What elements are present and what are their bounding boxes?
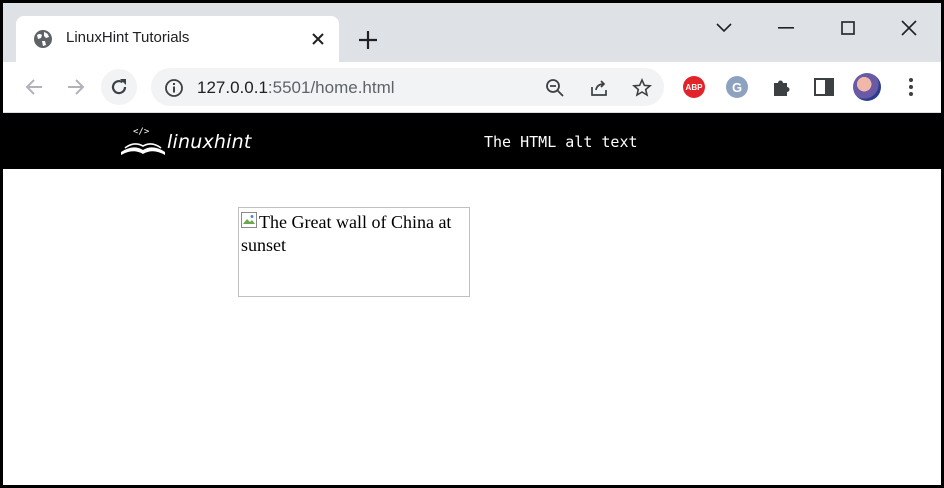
logo-badge: </> <box>133 127 150 137</box>
broken-image: The Great wall of China at sunset <box>238 207 470 297</box>
minimize-icon[interactable] <box>771 13 801 43</box>
arrow-right-icon[interactable] <box>61 72 91 102</box>
profile-avatar-image <box>853 73 881 101</box>
url-host: 127.0.0.1 <box>197 78 268 97</box>
image-alt-text: The Great wall of China at sunset <box>241 212 452 255</box>
close-icon[interactable] <box>306 27 330 51</box>
tab-strip: LinuxHint Tutorials <box>3 3 941 62</box>
reload-icon[interactable] <box>101 69 137 105</box>
address-bar[interactable]: 127.0.0.1:5501/home.html <box>151 68 664 106</box>
browser-tab[interactable]: LinuxHint Tutorials <box>16 16 339 62</box>
globe-icon <box>34 30 52 48</box>
kebab-menu-icon[interactable] <box>899 75 923 99</box>
star-icon[interactable] <box>631 77 653 99</box>
puzzle-icon[interactable] <box>769 75 793 99</box>
info-icon[interactable] <box>164 78 184 98</box>
share-icon[interactable] <box>588 77 610 99</box>
plus-icon[interactable] <box>355 27 381 53</box>
header-title: The HTML alt text <box>484 133 638 151</box>
grammarly-label: G <box>726 76 748 98</box>
site-header: </> linuxhint The HTML alt text <box>3 113 941 169</box>
url-path: :5501/home.html <box>267 78 395 97</box>
logo-text: linuxhint <box>167 131 252 153</box>
tab-title: LinuxHint Tutorials <box>66 29 190 46</box>
arrow-left-icon[interactable] <box>19 72 49 102</box>
browser-window: LinuxHint Tutorials 127.0.0.1:5501/home.… <box>0 0 944 488</box>
maximize-icon[interactable] <box>833 13 863 43</box>
abp-label: ABP <box>683 76 705 98</box>
avatar[interactable] <box>852 72 882 102</box>
side-panel-icon[interactable] <box>812 75 836 99</box>
url-text[interactable]: 127.0.0.1:5501/home.html <box>197 78 395 98</box>
zoom-out-icon[interactable] <box>544 77 566 99</box>
page-content: </> linuxhint The HTML alt text The Grea… <box>3 113 941 485</box>
grammarly-extension-icon[interactable]: G <box>725 75 749 99</box>
adblock-extension-icon[interactable]: ABP <box>682 75 706 99</box>
browser-toolbar: 127.0.0.1:5501/home.html ABP G <box>3 62 941 113</box>
window-close-icon[interactable] <box>894 13 924 43</box>
chevron-down-icon[interactable] <box>709 13 739 43</box>
